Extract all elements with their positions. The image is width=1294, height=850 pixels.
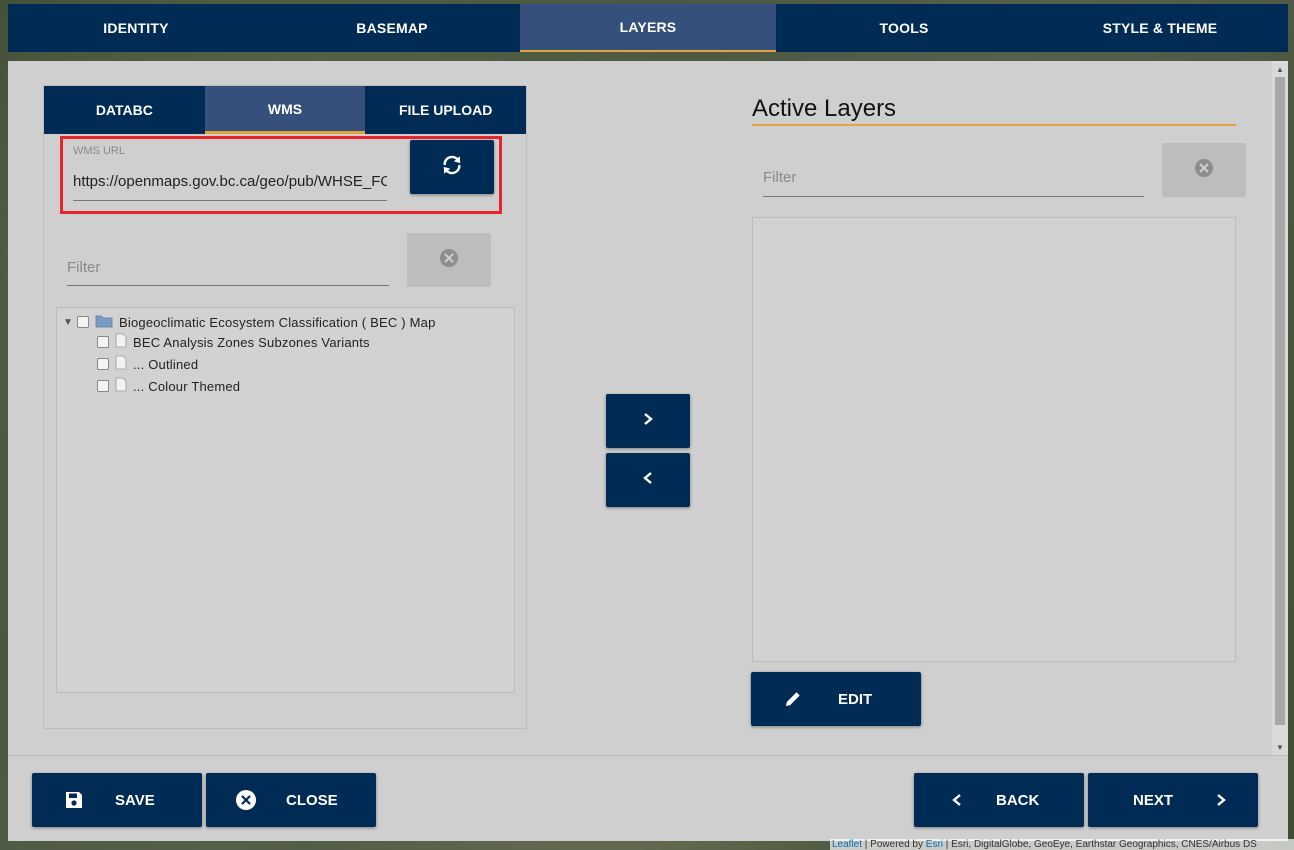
add-layer-button[interactable]	[606, 394, 690, 448]
tree-node-outlined[interactable]: ... Outlined	[97, 354, 198, 374]
active-layers-title: Active Layers	[752, 95, 1236, 126]
layers-dialog: DATABC WMS FILE UPLOAD WMS URL https://o…	[8, 61, 1288, 841]
map-attribution: Leaflet | Powered by Esri | Esri, Digita…	[830, 839, 1294, 850]
attribution-text: | Powered by	[862, 839, 926, 850]
wms-url-label: WMS URL	[73, 145, 125, 157]
tab-layers[interactable]: LAYERS	[520, 4, 776, 52]
back-label: BACK	[996, 791, 1040, 809]
next-button[interactable]: NEXT	[1088, 773, 1258, 827]
scroll-up-arrow-icon[interactable]: ▲	[1272, 61, 1288, 77]
tree-checkbox[interactable]	[77, 316, 89, 328]
wms-url-group: WMS URL https://openmaps.gov.bc.ca/geo/p…	[60, 136, 502, 214]
tab-basemap[interactable]: BASEMAP	[264, 4, 520, 52]
content-area: DATABC WMS FILE UPLOAD WMS URL https://o…	[8, 61, 1272, 755]
tab-file-upload[interactable]: FILE UPLOAD	[365, 86, 526, 134]
tree-node-label: ... Outlined	[133, 356, 199, 372]
top-tab-bar: IDENTITY BASEMAP LAYERS TOOLS STYLE & TH…	[8, 4, 1288, 52]
save-button[interactable]: SAVE	[32, 773, 202, 827]
tree-checkbox[interactable]	[97, 336, 109, 348]
refresh-icon	[441, 154, 463, 181]
active-layers-list[interactable]	[752, 217, 1236, 662]
esri-link[interactable]: Esri	[926, 839, 943, 850]
tree-node-label: Biogeoclimatic Ecosystem Classification …	[119, 314, 436, 330]
scroll-down-arrow-icon[interactable]: ▼	[1272, 739, 1288, 755]
remove-layer-button[interactable]	[606, 453, 690, 507]
tab-identity[interactable]: IDENTITY	[8, 4, 264, 52]
tab-style-theme[interactable]: STYLE & THEME	[1032, 4, 1288, 52]
tab-tools[interactable]: TOOLS	[776, 4, 1032, 52]
tree-checkbox[interactable]	[97, 380, 109, 392]
tab-databc[interactable]: DATABC	[44, 86, 205, 134]
chevron-right-icon	[642, 412, 654, 431]
back-button[interactable]: BACK	[914, 773, 1084, 827]
source-filter-clear-button[interactable]	[407, 233, 491, 287]
source-filter-input[interactable]: Filter	[67, 242, 389, 286]
tree-checkbox[interactable]	[97, 358, 109, 370]
active-filter-input[interactable]: Filter	[763, 151, 1144, 197]
file-icon	[115, 333, 127, 351]
leaflet-link[interactable]: Leaflet	[832, 839, 862, 850]
layer-source-panel: DATABC WMS FILE UPLOAD WMS URL https://o…	[43, 85, 527, 729]
file-icon	[115, 355, 127, 373]
clear-icon	[439, 248, 459, 273]
tree-node-label: ... Colour Themed	[133, 378, 241, 394]
wms-url-input[interactable]: https://openmaps.gov.bc.ca/geo/pub/WHSE_…	[73, 163, 387, 201]
chevron-left-icon	[642, 471, 654, 490]
refresh-button[interactable]	[410, 140, 494, 194]
dialog-footer: SAVE CLOSE BACK NEXT	[8, 755, 1288, 841]
active-filter-clear-button[interactable]	[1162, 143, 1246, 197]
tree-node-bec[interactable]: ▼ Biogeoclimatic Ecosystem Classificatio…	[63, 312, 436, 332]
folder-icon	[95, 314, 113, 331]
edit-label: EDIT	[838, 690, 873, 708]
close-label: CLOSE	[286, 791, 338, 809]
tree-node-colour-themed[interactable]: ... Colour Themed	[97, 376, 240, 396]
save-label: SAVE	[115, 791, 155, 809]
attribution-credits: | Esri, DigitalGlobe, GeoEye, Earthstar …	[943, 839, 1257, 850]
file-icon	[115, 377, 127, 395]
tab-wms[interactable]: WMS	[204, 86, 366, 134]
pencil-icon	[778, 684, 808, 714]
scrollbar[interactable]: ▲ ▼	[1272, 61, 1288, 755]
tree-node-bec-analysis[interactable]: BEC Analysis Zones Subzones Variants	[97, 332, 370, 352]
close-circle-icon	[231, 785, 261, 815]
floppy-disk-icon	[59, 785, 89, 815]
scrollbar-thumb[interactable]	[1275, 77, 1285, 725]
tree-node-label: BEC Analysis Zones Subzones Variants	[133, 334, 370, 350]
expand-triangle-icon[interactable]: ▼	[63, 317, 77, 328]
clear-icon	[1194, 158, 1214, 183]
edit-button[interactable]: EDIT	[751, 672, 921, 726]
chevron-left-icon	[942, 785, 972, 815]
chevron-right-icon	[1206, 785, 1236, 815]
layer-tree: ▼ Biogeoclimatic Ecosystem Classificatio…	[56, 307, 515, 693]
next-label: NEXT	[1133, 791, 1174, 809]
close-button[interactable]: CLOSE	[206, 773, 376, 827]
source-tab-bar: DATABC WMS FILE UPLOAD	[44, 86, 526, 134]
